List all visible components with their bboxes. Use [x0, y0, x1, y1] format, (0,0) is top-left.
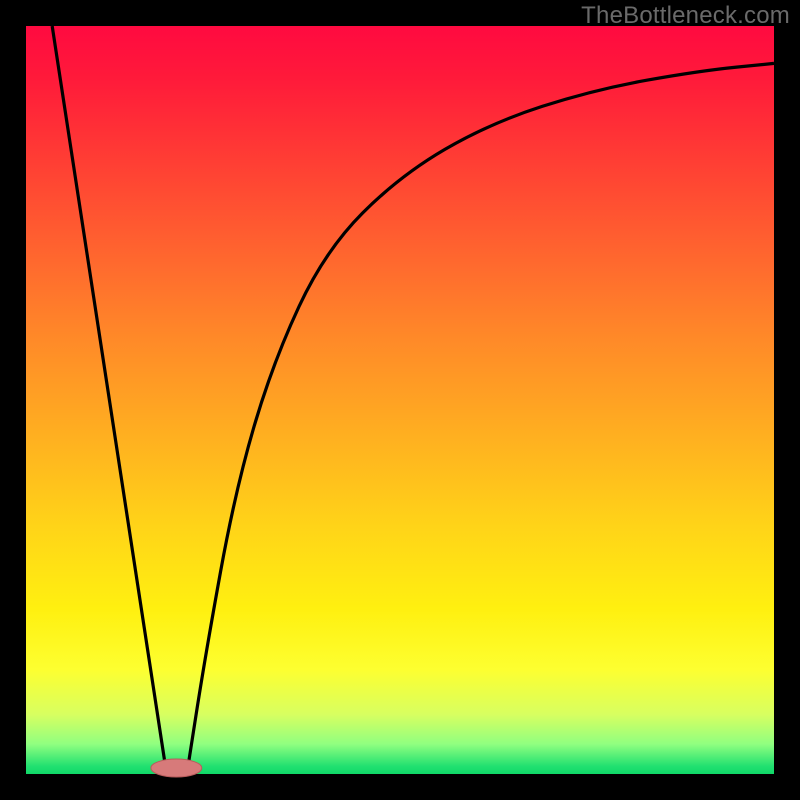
left-descent-line — [52, 26, 166, 774]
right-curve-line — [187, 63, 774, 774]
chart-frame: TheBottleneck.com — [0, 0, 800, 800]
curve-svg — [26, 26, 774, 774]
bottleneck-marker — [151, 759, 202, 777]
plot-area — [26, 26, 774, 774]
